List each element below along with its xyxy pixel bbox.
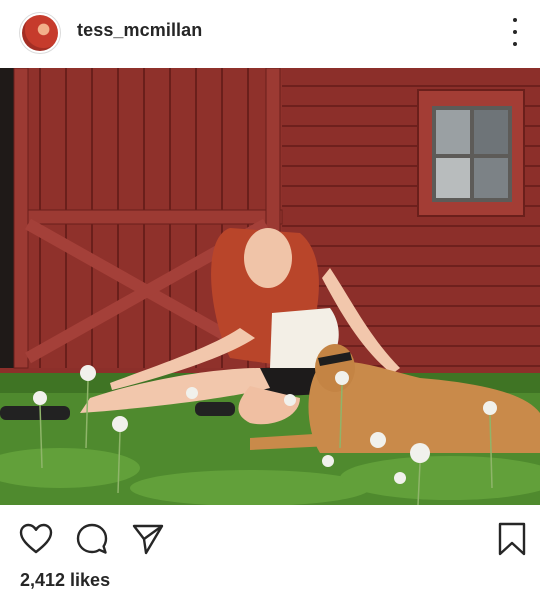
heart-icon[interactable] bbox=[18, 521, 54, 557]
more-options-icon[interactable] bbox=[507, 18, 523, 46]
likes-count[interactable]: 2,412 likes bbox=[20, 570, 110, 591]
post-photo[interactable] bbox=[0, 68, 540, 505]
comment-icon[interactable] bbox=[74, 521, 110, 557]
action-bar bbox=[0, 505, 540, 565]
avatar-image bbox=[22, 15, 58, 51]
username[interactable]: tess_mcmillan bbox=[77, 20, 202, 41]
bookmark-icon[interactable] bbox=[494, 521, 530, 557]
avatar[interactable] bbox=[19, 12, 61, 54]
post-header: tess_mcmillan bbox=[0, 0, 540, 68]
photo-image bbox=[0, 68, 540, 505]
send-icon[interactable] bbox=[130, 521, 166, 557]
